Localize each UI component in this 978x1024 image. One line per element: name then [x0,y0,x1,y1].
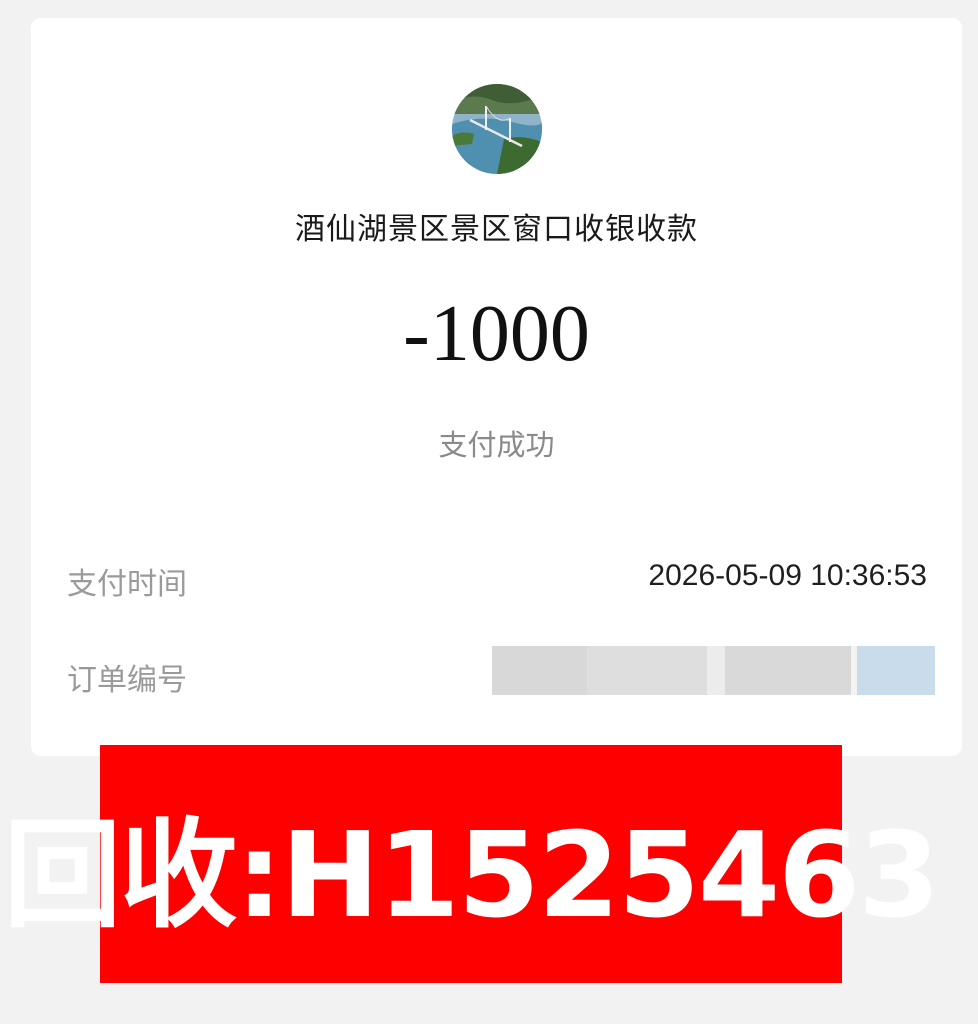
merchant-name: 酒仙湖景区景区窗口收银收款 [295,212,698,247]
recycle-banner: 回收:H1525463 [4,745,940,983]
merchant-avatar [452,84,542,174]
payment-time-label: 支付时间 [67,567,187,602]
banner-text: 回收:H1525463 [3,805,941,944]
payment-amount: -1000 [403,290,590,378]
payment-status: 支付成功 [438,428,555,462]
bridge-lake-icon [452,84,542,174]
receipt-card: 酒仙湖景区景区窗口收银收款 -1000 支付成功 支付时间 2026-05-09… [31,18,962,756]
order-number-label: 订单编号 [67,663,187,698]
payment-time-value: 2026-05-09 10:36:53 [648,559,927,592]
